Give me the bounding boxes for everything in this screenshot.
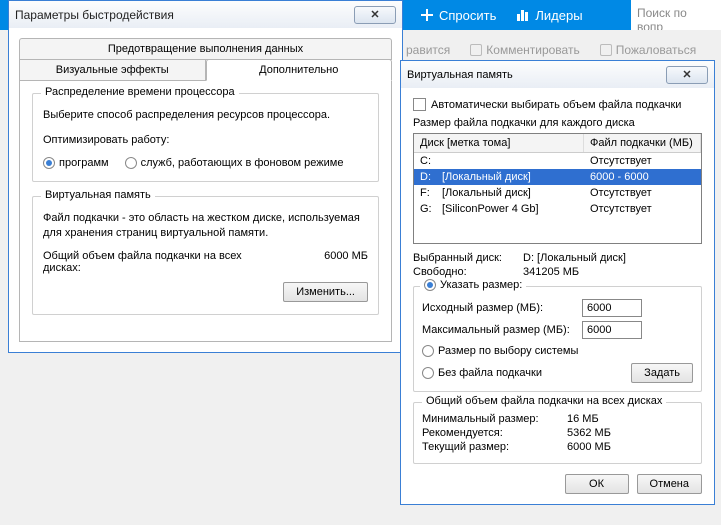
radio-programs[interactable]: программ [43,157,109,169]
cancel-button[interactable]: Отмена [637,474,702,494]
leaders-label: Лидеры [535,8,582,23]
radio-dot-icon [125,157,137,169]
vm-total-value: 6000 МБ [324,250,368,274]
table-row[interactable]: D:[Локальный диск]6000 - 6000 [414,169,701,185]
radio-services[interactable]: служб, работающих в фоновом режиме [125,157,344,169]
vm-legend: Виртуальная память [41,189,155,201]
report-action[interactable]: Пожаловаться [600,43,697,57]
free-space-label: Свободно: [413,266,523,278]
radio-dot-icon [422,367,434,379]
selected-drive-value: D: [Локальный диск] [523,252,626,264]
cpu-legend: Распределение времени процессора [41,86,239,98]
auto-manage-checkbox[interactable]: Автоматически выбирать объем файла подка… [413,98,702,111]
vm-desc: Файл подкачки - это область на жестком д… [43,211,368,242]
cpu-optimize-label: Оптимизировать работу: [43,133,368,148]
table-row[interactable]: F:[Локальный диск]Отсутствует [414,185,701,201]
drive-list-header: Диск [метка тома] Файл подкачки (МБ) [414,134,701,153]
virtual-memory-dialog: Виртуальная память ✕ Автоматически выбир… [400,60,715,505]
leaders-link[interactable]: Лидеры [516,8,582,23]
ask-label: Спросить [439,8,496,23]
close-button[interactable]: ✕ [666,66,708,84]
set-button[interactable]: Задать [631,363,693,383]
checkbox-icon [413,98,426,111]
radio-custom-size[interactable]: Указать размер: [420,279,526,291]
table-row[interactable]: G:[SiliconPower 4 Gb]Отсутствует [414,201,701,217]
cpu-desc: Выберите способ распределения ресурсов п… [43,108,368,123]
comment-icon [470,44,482,56]
comment-action[interactable]: Комментировать [470,43,579,57]
performance-options-dialog: Параметры быстродействия ✕ Предотвращени… [8,0,403,353]
close-button[interactable]: ✕ [354,6,396,24]
initial-size-label: Исходный размер (МБ): [422,302,582,314]
selected-drive-label: Выбранный диск: [413,252,523,264]
flag-icon [600,44,612,56]
size-each-label: Размер файла подкачки для каждого диска [413,117,702,129]
search-input[interactable]: Поиск по вопр [631,0,721,30]
change-button[interactable]: Изменить... [283,282,368,302]
tab-advanced[interactable]: Дополнительно [206,59,393,81]
action-bar: равится Комментировать Пожаловаться [390,40,721,60]
dialog-title: Параметры быстродействия [15,8,174,22]
size-options-group: Указать размер: Исходный размер (МБ): Ма… [413,286,702,392]
ok-button[interactable]: ОК [565,474,629,494]
virtual-memory-group: Виртуальная память Файл подкачки - это о… [32,196,379,315]
total-legend: Общий объем файла подкачки на всех диска… [422,395,666,407]
ask-link[interactable]: Спросить [420,8,496,23]
max-size-input[interactable] [582,321,642,339]
radio-dot-icon [43,157,55,169]
max-size-label: Максимальный размер (МБ): [422,324,582,336]
dialog-title: Виртуальная память [407,69,513,81]
free-space-value: 341205 МБ [523,266,579,278]
drive-list[interactable]: Диск [метка тома] Файл подкачки (МБ) C:О… [413,133,702,244]
table-row[interactable]: C:Отсутствует [414,153,701,169]
dialog-titlebar[interactable]: Виртуальная память ✕ [401,61,714,88]
dialog-titlebar[interactable]: Параметры быстродействия ✕ [9,1,402,28]
total-paging-group: Общий объем файла подкачки на всех диска… [413,402,702,464]
radio-dot-icon [422,345,434,357]
radio-system-managed[interactable]: Размер по выбору системы [422,345,693,357]
vm-total-label: Общий объем файла подкачки на всех диска… [43,250,243,274]
cpu-scheduling-group: Распределение времени процессора Выберит… [32,93,379,182]
tab-visual-effects[interactable]: Визуальные эффекты [19,59,206,81]
radio-dot-icon [424,279,436,291]
radio-no-paging[interactable]: Без файла подкачки [422,367,542,379]
tab-dep[interactable]: Предотвращение выполнения данных [19,38,392,60]
initial-size-input[interactable] [582,299,642,317]
